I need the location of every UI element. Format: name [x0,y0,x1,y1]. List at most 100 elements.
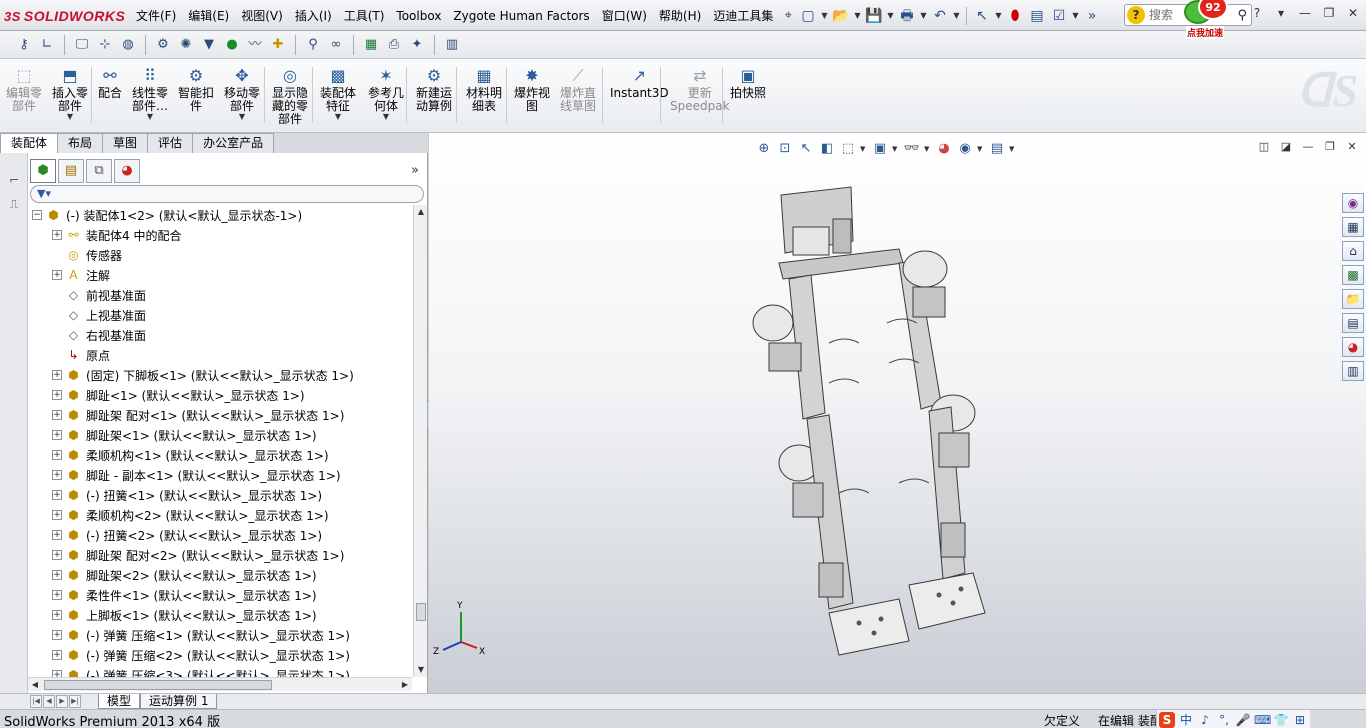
expand-toggle-icon[interactable]: + [52,390,62,400]
filter-icon[interactable]: ▼▾ [37,187,51,200]
display-manager-tab-icon[interactable]: ◕ [114,159,140,183]
chevron-down-icon[interactable]: ▼ [1071,11,1080,20]
scroll-thumb[interactable] [44,680,272,690]
key-icon[interactable]: ⚷ [14,35,34,55]
expand-toggle-icon[interactable]: + [52,510,62,520]
gear-icon[interactable]: ⚙ [153,35,173,55]
expand-toggle-icon[interactable]: + [52,630,62,640]
tree-item[interactable]: + ⚯ 装配体4 中的配合 [52,225,181,245]
solidworks-resources-icon[interactable]: ◉ [1342,193,1364,213]
expand-toggle-icon[interactable]: + [52,470,62,480]
tree-item[interactable]: + ⬢ 脚趾架 配对<2> (默认<<默认>_显示状态 1>) [52,545,344,565]
menu-insert[interactable]: 插入(I) [289,6,338,26]
tree-item[interactable]: + ⬢ 上脚板<1> (默认<<默认>_显示状态 1>) [52,605,317,625]
collapse-toggle-icon[interactable]: − [32,210,42,220]
chevron-down-icon[interactable]: ▼ [820,11,829,20]
scroll-thumb[interactable] [416,603,426,621]
expand-toggle-icon[interactable]: + [52,490,62,500]
print-icon[interactable]: 🖶 [897,6,917,26]
moon-icon[interactable]: ♪ [1197,712,1213,728]
command-smart-fasteners[interactable]: ⚙ 智能扣 件 [178,65,214,113]
close-icon[interactable]: ✕ [1344,4,1362,22]
sketch-step-icon[interactable]: ⎍ [5,195,23,213]
command-insert-component[interactable]: ⬒ 插入零 部件 ▼ [52,65,88,121]
file-explorer-icon[interactable]: 📁 [1342,289,1364,309]
sogou-ime-icon[interactable]: S [1159,711,1175,728]
tree-item[interactable]: + ⬢ (-) 弹簧 压缩<2> (默认<<默认>_显示状态 1>) [52,645,350,665]
expand-toggle-icon[interactable]: + [52,450,62,460]
property-manager-tab-icon[interactable]: ▤ [58,159,84,183]
tree-filter-bar[interactable]: ▼▾ [30,185,424,203]
command-move-component[interactable]: ✥ 移动零 部件 ▼ [224,65,260,121]
tree-item[interactable]: + ⬢ 脚趾架<1> (默认<<默认>_显示状态 1>) [52,425,317,445]
zoom-to-fit-icon[interactable]: ⊕ [755,140,773,158]
location-pin-icon[interactable]: ● [222,35,242,55]
excel-icon[interactable]: ▦ [361,35,381,55]
scroll-left-icon[interactable]: ◀ [28,678,42,692]
speedup-badge[interactable]: 92 点我加速 [1180,0,1236,46]
menu-window[interactable]: 窗口(W) [596,6,653,26]
horizontal-scrollbar[interactable]: ◀ ▶ [28,677,412,691]
monitor-icon[interactable]: 🖵 [72,35,92,55]
edit-appearance-icon[interactable]: ◕ [935,140,953,158]
save-icon[interactable]: 💾 [864,6,884,26]
menu-zygote[interactable]: Zygote Human Factors [447,6,595,26]
keyboard-icon[interactable]: ⌨ [1254,712,1271,728]
command-edit-component[interactable]: ⬚ 编辑零 部件 [6,65,42,113]
tile-left-icon[interactable]: ◫ [1256,139,1272,155]
menu-edit[interactable]: 编辑(E) [182,6,235,26]
command-reference-geometry[interactable]: ✶ 参考几 何体 ▼ [368,65,404,121]
expand-toggle-icon[interactable]: + [52,370,62,380]
printer-icon[interactable]: ⎙ [384,35,404,55]
expand-panel-icon[interactable]: » [411,163,419,178]
feature-tree-tab-icon[interactable]: ⬢ [30,159,56,183]
zoom-icon[interactable]: ⚲ [303,35,323,55]
minimize-icon[interactable]: — [1300,139,1316,155]
chevron-down-icon[interactable]: ▼ [994,11,1003,20]
tree-item[interactable]: + ⬢ 柔顺机构<1> (默认<<默认>_显示状态 1>) [52,445,329,465]
chevron-down-icon[interactable]: ▼ [977,145,985,153]
display-style-icon[interactable]: ▣ [871,140,889,158]
tab-motion-study-1[interactable]: 运动算例 1 [140,694,218,709]
tree-item[interactable]: + ⬢ (-) 弹簧 压缩<3> (默认<<默认>_显示状态 1>) [52,665,350,677]
command-exploded-view[interactable]: ✸ 爆炸视 图 [514,65,550,113]
menu-maidi-tools[interactable]: 迈迪工具集 [707,6,779,26]
previous-view-icon[interactable]: ↖ [797,140,815,158]
grid-icon[interactable]: ⊞ [1292,712,1308,728]
tab-sketch[interactable]: 草图 [102,133,149,153]
custom-properties-icon[interactable]: ▥ [1342,361,1364,381]
document-star-icon[interactable]: ✦ [407,35,427,55]
command-linear-pattern[interactable]: ⠿ 线性零 部件… ▼ [132,65,168,121]
scroll-up-icon[interactable]: ▲ [414,205,428,219]
scroll-down-icon[interactable]: ▼ [414,663,428,677]
tree-item[interactable]: ◎ 传感器 [52,245,122,265]
chevron-down-icon[interactable]: ▼ [886,11,895,20]
calculator-icon[interactable]: ▥ [442,35,462,55]
design-library-icon[interactable]: ▦ [1342,217,1364,237]
tab-layout[interactable]: 布局 [57,133,104,153]
command-snapshot[interactable]: ▣ 拍快照 [730,65,766,100]
funnel-icon[interactable]: ▼ [199,35,219,55]
tab-office-products[interactable]: 办公室产品 [192,133,275,153]
expand-toggle-icon[interactable]: + [52,650,62,660]
wave-icon[interactable]: 〰 [245,35,265,55]
undo-icon[interactable]: ↶ [930,6,950,26]
restore-icon[interactable]: ❐ [1320,4,1338,22]
tree-item[interactable]: + ⬢ 脚趾<1> (默认<<默认>_显示状态 1>) [52,385,305,405]
chevron-down-icon[interactable]: ▼ [67,113,73,121]
chevron-down-icon[interactable]: ▼ [383,113,389,121]
tree-item[interactable]: + ⬢ (固定) 下脚板<1> (默认<<默认>_显示状态 1>) [52,365,354,385]
view-settings-icon[interactable]: ▤ [988,140,1006,158]
tree-item[interactable]: + ⬢ (-) 扭簧<2> (默认<<默认>_显示状态 1>) [52,525,322,545]
command-new-motion-study[interactable]: ⚙ 新建运 动算例 [416,65,452,113]
hide-show-items-icon[interactable]: 👓 [903,140,921,158]
step-icon[interactable]: ⌐ [5,171,23,189]
minimize-icon[interactable]: — [1296,4,1314,22]
expand-toggle-icon[interactable]: + [52,410,62,420]
chinese-mode-icon[interactable]: 中 [1178,712,1194,728]
menu-help[interactable]: 帮助(H) [653,6,707,26]
tree-item[interactable]: ◇ 右视基准面 [52,325,146,345]
toolbar-overflow-icon[interactable]: » [1082,6,1102,26]
expand-toggle-icon[interactable]: + [52,590,62,600]
network-icon[interactable]: ⊹ [95,35,115,55]
